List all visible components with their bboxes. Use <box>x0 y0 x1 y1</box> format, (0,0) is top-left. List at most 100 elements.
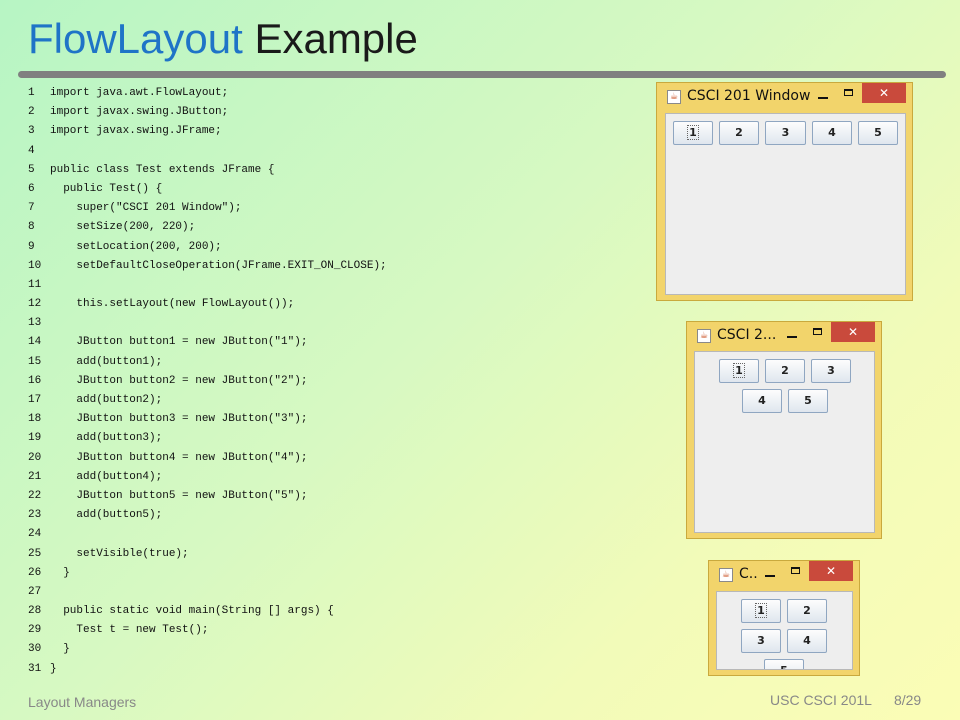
window-wide[interactable]: ☕ CSCI 201 Window ✕ 1 2 3 4 5 <box>656 82 913 301</box>
line-number: 20 <box>28 451 42 464</box>
code-line: 16 JButton button2 = new JButton("2"); <box>28 372 648 391</box>
java-cup-icon: ☕ <box>697 329 711 343</box>
window-titlebar[interactable]: ☕ CSCI 201 Window ✕ <box>657 83 912 111</box>
code-text: JButton button2 = new JButton("2"); <box>50 374 308 387</box>
java-cup-icon: ☕ <box>719 568 733 582</box>
code-line: 14 JButton button1 = new JButton("1"); <box>28 333 648 352</box>
line-number: 17 <box>28 394 42 406</box>
window-title: CSCI 201 Window <box>687 88 811 104</box>
jbutton-4[interactable]: 4 <box>742 389 782 413</box>
java-cup-icon: ☕ <box>667 90 681 104</box>
code-line: 10 setDefaultCloseOperation(JFrame.EXIT_… <box>28 257 648 276</box>
code-line: 20 JButton button4 = new JButton("4"); <box>28 449 648 468</box>
jbutton-3[interactable]: 3 <box>741 629 781 653</box>
code-text: import javax.swing.JButton; <box>50 106 229 119</box>
code-line: 11 <box>28 276 648 295</box>
line-number: 29 <box>28 624 42 637</box>
code-line: 28 public static void main(String [] arg… <box>28 602 648 621</box>
slide-title-part2: Example <box>254 15 418 62</box>
jbutton-1[interactable]: 1 <box>719 359 759 383</box>
line-number: 26 <box>28 566 42 579</box>
jbutton-2[interactable]: 2 <box>719 121 759 145</box>
code-text: setDefaultCloseOperation(JFrame.EXIT_ON_… <box>50 259 387 272</box>
jbutton-5[interactable]: 5 <box>764 659 804 669</box>
title-divider <box>18 71 946 78</box>
code-text: setSize(200, 220); <box>50 221 196 234</box>
code-line: 21 add(button4); <box>28 468 648 487</box>
code-text: } <box>50 643 70 656</box>
line-number: 2 <box>28 106 35 119</box>
line-number: 10 <box>28 259 42 272</box>
code-text: add(button1); <box>50 355 163 368</box>
line-number: 14 <box>28 336 42 349</box>
code-text: add(button5); <box>50 509 163 522</box>
code-line: 2 import javax.swing.JButton; <box>28 103 648 122</box>
jbutton-2[interactable]: 2 <box>787 599 827 623</box>
window-content-pane: 1 2 3 4 5 <box>665 113 906 295</box>
line-number: 22 <box>28 489 42 502</box>
close-button[interactable]: ✕ <box>831 322 875 342</box>
jbutton-4[interactable]: 4 <box>787 629 827 653</box>
line-number: 6 <box>28 182 35 195</box>
line-number: 3 <box>28 125 35 138</box>
code-text: } <box>50 566 70 579</box>
code-listing: 1 import java.awt.FlowLayout; 2 import java… <box>28 84 648 679</box>
code-text: } <box>50 662 57 675</box>
jbutton-5[interactable]: 5 <box>858 121 898 145</box>
code-line: 17 add(button2); <box>28 391 648 410</box>
code-line: 6 public Test() { <box>28 180 648 199</box>
code-line: 26 } <box>28 564 648 583</box>
code-line: 7 super("CSCI 201 Window"); <box>28 199 648 218</box>
line-number: 30 <box>28 643 42 656</box>
jbutton-3[interactable]: 3 <box>765 121 806 145</box>
jbutton-4[interactable]: 4 <box>812 121 852 145</box>
line-number: 11 <box>28 278 42 291</box>
line-number: 18 <box>28 413 42 426</box>
line-number: 24 <box>28 528 42 541</box>
window-narrow[interactable]: ☕ C.. ✕ 1 2 3 4 5 <box>708 560 860 676</box>
code-line: 5 public class Test extends JFrame { <box>28 161 648 180</box>
minimize-icon[interactable] <box>818 97 828 99</box>
footer-topic: Layout Managers <box>28 694 137 710</box>
jbutton-5[interactable]: 5 <box>788 389 828 413</box>
code-line: 24 <box>28 525 648 544</box>
line-number: 28 <box>28 605 42 618</box>
code-text: add(button3); <box>50 432 163 445</box>
window-content-pane: 1 2 3 4 5 <box>716 591 853 670</box>
jbutton-1[interactable]: 1 <box>741 599 781 623</box>
line-number: 8 <box>28 221 35 234</box>
code-text: public Test() { <box>50 182 163 195</box>
code-text: Test t = new Test(); <box>50 624 209 637</box>
maximize-icon[interactable] <box>844 89 853 96</box>
code-text: JButton button4 = new JButton("4"); <box>50 451 308 464</box>
line-number: 27 <box>28 585 42 598</box>
jbutton-2[interactable]: 2 <box>765 359 805 383</box>
window-titlebar[interactable]: ☕ CSCI 2... ✕ <box>687 322 881 350</box>
line-number: 31 <box>28 662 42 675</box>
code-line: 15 add(button1); <box>28 353 648 372</box>
code-line: 1 import java.awt.FlowLayout; <box>28 84 648 103</box>
code-text: super("CSCI 201 Window"); <box>50 202 242 215</box>
code-line: 31} <box>28 660 648 679</box>
line-number: 19 <box>28 432 42 445</box>
line-number: 25 <box>28 547 42 560</box>
line-number: 9 <box>28 240 35 253</box>
jbutton-1[interactable]: 1 <box>673 121 713 145</box>
close-button[interactable]: ✕ <box>809 561 853 581</box>
code-line: 3 import javax.swing.JFrame; <box>28 122 648 141</box>
code-line: 8 setSize(200, 220); <box>28 218 648 237</box>
line-number: 23 <box>28 509 42 522</box>
maximize-icon[interactable] <box>813 328 822 335</box>
minimize-icon[interactable] <box>787 336 797 338</box>
close-button[interactable]: ✕ <box>862 83 906 103</box>
code-line: 12 this.setLayout(new FlowLayout()); <box>28 295 648 314</box>
window-medium[interactable]: ☕ CSCI 2... ✕ 1 2 3 4 5 <box>686 321 882 539</box>
minimize-icon[interactable] <box>765 575 775 577</box>
window-titlebar[interactable]: ☕ C.. ✕ <box>709 561 859 589</box>
line-number: 12 <box>28 298 42 311</box>
code-line: 27 <box>28 583 648 602</box>
line-number: 13 <box>28 317 42 330</box>
footer-course: USC CSCI 201L <box>770 692 872 708</box>
maximize-icon[interactable] <box>791 567 800 574</box>
jbutton-3[interactable]: 3 <box>811 359 851 383</box>
